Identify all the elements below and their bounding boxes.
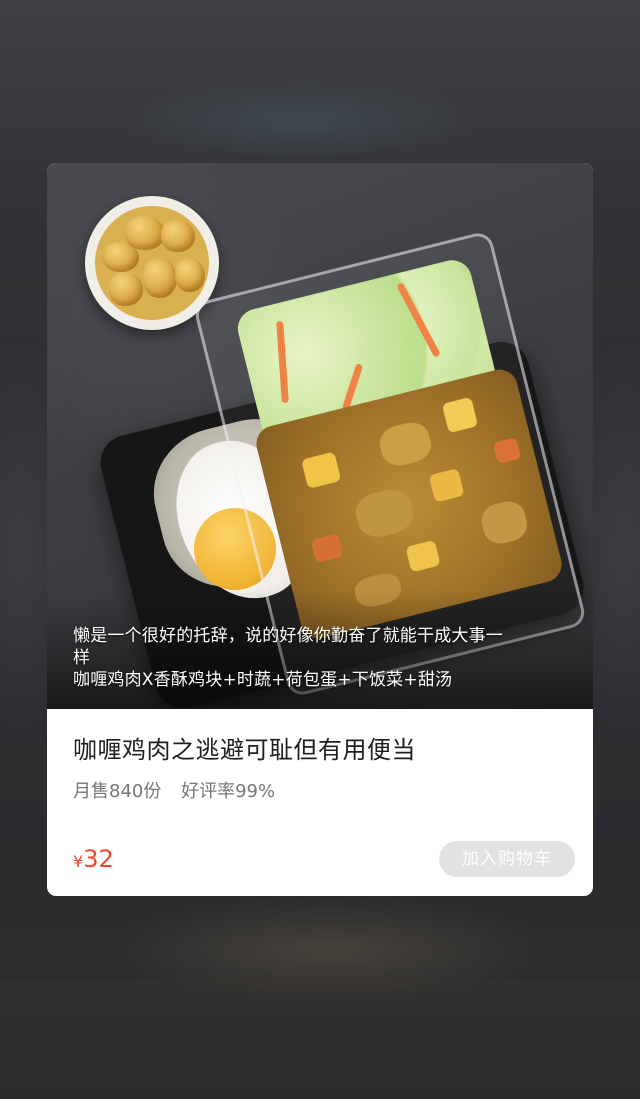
product-card: 懒是一个很好的托辞，说的好像你勤奋了就能干成大事一 样 咖喱鸡肉X香酥鸡块+时蔬… bbox=[47, 163, 593, 896]
caption-line-3: 咖喱鸡肉X香酥鸡块+时蔬+荷包蛋+下饭菜+甜汤 bbox=[73, 670, 453, 690]
price-value: 32 bbox=[83, 845, 114, 873]
product-stats: 月售840份 好评率99% bbox=[73, 777, 275, 803]
caption-line-2: 样 bbox=[73, 648, 91, 668]
product-caption: 懒是一个很好的托辞，说的好像你勤奋了就能干成大事一 样 咖喱鸡肉X香酥鸡块+时蔬… bbox=[73, 625, 563, 691]
blurred-background bbox=[0, 980, 640, 1099]
caption-line-1: 懒是一个很好的托辞，说的好像你勤奋了就能干成大事一 bbox=[73, 626, 503, 646]
product-photo: 懒是一个很好的托辞，说的好像你勤奋了就能干成大事一 样 咖喱鸡肉X香酥鸡块+时蔬… bbox=[47, 163, 593, 709]
product-price: ¥32 bbox=[73, 845, 114, 873]
currency-symbol: ¥ bbox=[73, 852, 84, 871]
add-to-cart-button[interactable]: 加入购物车 bbox=[439, 841, 575, 877]
monthly-sales: 月售840份 bbox=[73, 781, 162, 802]
product-title: 咖喱鸡肉之逃避可耻但有用便当 bbox=[73, 736, 416, 764]
rating: 好评率99% bbox=[181, 781, 276, 802]
